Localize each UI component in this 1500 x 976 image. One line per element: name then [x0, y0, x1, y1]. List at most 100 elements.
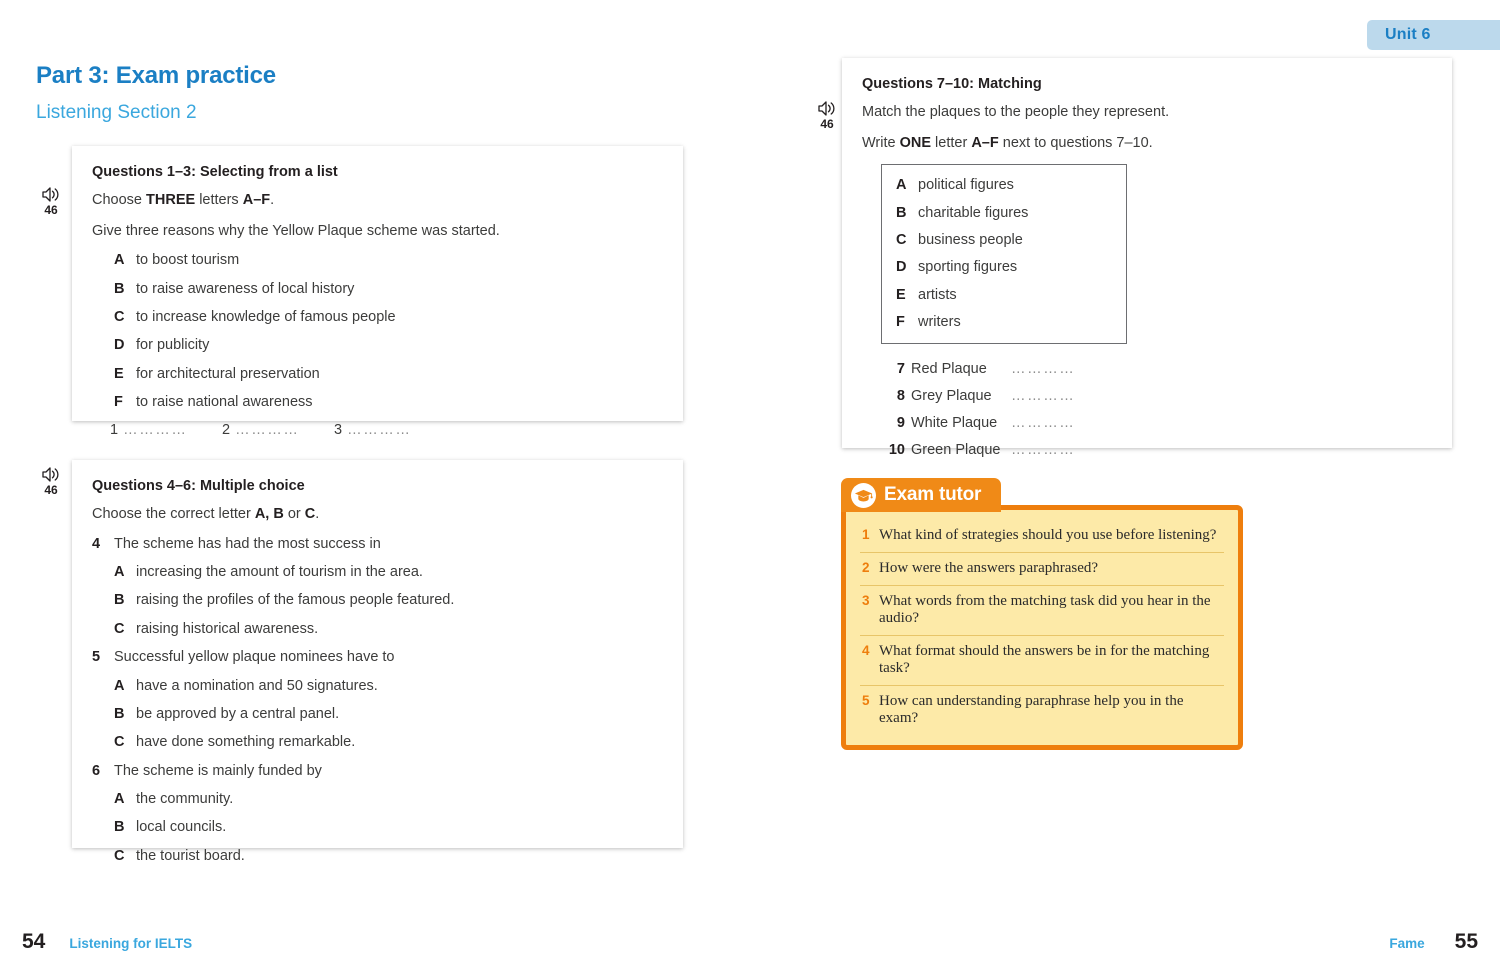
footer-left: 54 Listening for IELTS [22, 930, 192, 954]
answer-blank[interactable]: 2 ………… [222, 422, 334, 438]
answer-blank[interactable]: 1 ………… [110, 422, 222, 438]
exam-tutor-item-number: 4 [862, 643, 870, 658]
option-text: business people [918, 231, 1023, 248]
question-stem-text: The scheme is mainly funded by [114, 762, 322, 779]
audio-track-marker-q710[interactable]: 46 [810, 100, 844, 131]
answer-blank-number: 3 [334, 422, 343, 439]
option-row[interactable]: F to raise national awareness [114, 394, 661, 411]
audio-track-number: 46 [820, 117, 834, 131]
option-text: raising the profiles of the famous peopl… [136, 592, 455, 609]
page-right: 46 Questions 7–10: Matching Match the pl… [750, 0, 1500, 976]
answer-blank-dots: ………… [235, 422, 300, 439]
option-text: to boost tourism [136, 252, 240, 269]
option-row[interactable]: E for architectural preservation [114, 366, 661, 383]
matching-number: 9 [896, 415, 905, 432]
running-head-left: Listening for IELTS [69, 936, 193, 951]
matching-answer-blank[interactable]: ………… [1011, 388, 1075, 404]
audio-track-number: 46 [44, 483, 58, 497]
exam-tutor-item[interactable]: 4 What format should the answers be in f… [860, 636, 1224, 686]
matching-row[interactable]: 9 White Plaque ………… [881, 415, 1430, 431]
graduation-cap-icon [851, 482, 876, 508]
option-list: A the community. B local councils. C the… [114, 791, 661, 865]
matching-number: 7 [896, 361, 905, 378]
question-prompt: Give three reasons why the Yellow Plaque… [92, 222, 500, 239]
answer-blanks-row: 1 ………… 2 ………… 3 ………… [110, 422, 661, 438]
question-stem-text: Successful yellow plaque nominees have t… [114, 649, 395, 666]
matching-answer-blank[interactable]: ………… [1011, 361, 1075, 377]
option-row[interactable]: A have a nomination and 50 signatures. [114, 678, 661, 695]
option-letter: B [114, 592, 125, 609]
option-letter: B [896, 204, 907, 221]
matching-answer-blank[interactable]: ………… [1011, 415, 1075, 431]
option-text: be approved by a central panel. [136, 705, 340, 722]
exam-tutor-item-text: What words from the matching task did yo… [879, 593, 1211, 626]
matching-row[interactable]: 8 Grey Plaque ………… [881, 388, 1430, 404]
matching-label: White Plaque [911, 415, 998, 432]
running-head-right: Fame [1389, 936, 1425, 951]
option-row[interactable]: A to boost tourism [114, 252, 661, 269]
speaker-icon [34, 186, 68, 203]
option-letter: A [114, 563, 125, 580]
exam-tutor-item[interactable]: 1 What kind of strategies should you use… [860, 520, 1224, 553]
question-instruction: Match the plaques to the people they rep… [862, 104, 1170, 120]
matching-row[interactable]: 7 Red Plaque ………… [881, 361, 1430, 377]
option-letter: D [896, 259, 907, 276]
option-text: writers [918, 314, 961, 331]
option-text: charitable figures [918, 204, 1029, 221]
option-letter: B [114, 819, 125, 836]
option-text: the community. [136, 791, 234, 808]
option-row[interactable]: B be approved by a central panel. [114, 706, 661, 723]
option-letter: A [896, 177, 907, 194]
question-card-4-6: Questions 4–6: Multiple choice Choose th… [72, 460, 683, 864]
exam-tutor-item-text: What format should the answers be in for… [879, 643, 1210, 676]
question-stem-text: The scheme has had the most success in [114, 535, 381, 552]
option-letter: B [114, 280, 125, 297]
option-row[interactable]: B raising the profiles of the famous peo… [114, 592, 661, 609]
option-text: the tourist board. [136, 847, 245, 864]
option-row[interactable]: C business people [896, 232, 1112, 249]
option-row[interactable]: B to raise awareness of local history [114, 281, 661, 298]
option-text: local councils. [136, 819, 227, 836]
matching-number: 10 [888, 442, 905, 459]
option-row[interactable]: C the tourist board. [114, 848, 661, 865]
question-card-heading: Questions 1–3: Selecting from a list [92, 164, 338, 180]
option-row[interactable]: C raising historical awareness. [114, 621, 661, 638]
instruction-text-part: Choose the correct letter [92, 506, 255, 522]
answer-blank-number: 1 [110, 422, 119, 439]
option-row[interactable]: A increasing the amount of tourism in th… [114, 564, 661, 581]
exam-tutor-title: Exam tutor [884, 484, 982, 505]
exam-tutor-item[interactable]: 5 How can understanding paraphrase help … [860, 686, 1224, 735]
option-row[interactable]: A political figures [896, 177, 1112, 194]
question-instruction: Choose THREE letters A–F. [92, 191, 661, 211]
answer-blank[interactable]: 3 ………… [334, 422, 446, 438]
option-text: for publicity [136, 337, 210, 354]
instruction-emphasis: C [304, 506, 316, 522]
option-text: to raise national awareness [136, 394, 313, 411]
matching-row[interactable]: 10 Green Plaque ………… [881, 442, 1430, 458]
matching-answer-blank[interactable]: ………… [1011, 442, 1075, 458]
matching-label: Grey Plaque [911, 388, 992, 405]
page-number-left: 54 [22, 930, 46, 953]
footer-right: Fame 55 [1389, 930, 1478, 954]
exam-tutor-tab: Exam tutor [841, 478, 1002, 512]
option-text: increasing the amount of tourism in the … [136, 563, 423, 580]
option-row[interactable]: A the community. [114, 791, 661, 808]
exam-tutor-item[interactable]: 2 How were the answers paraphrased? [860, 553, 1224, 586]
question-card-7-10: Questions 7–10: Matching Match the plaqu… [842, 58, 1452, 458]
option-row[interactable]: D sporting figures [896, 259, 1112, 276]
option-row[interactable]: C to increase knowledge of famous people [114, 309, 661, 326]
option-row[interactable]: F writers [896, 314, 1112, 331]
option-row[interactable]: D for publicity [114, 337, 661, 354]
option-row[interactable]: B local councils. [114, 819, 661, 836]
option-list: A increasing the amount of tourism in th… [114, 564, 661, 638]
option-row[interactable]: B charitable figures [896, 205, 1112, 222]
option-letter: C [114, 734, 125, 751]
audio-track-marker-q46[interactable]: 46 [34, 466, 68, 497]
option-row[interactable]: C have done something remarkable. [114, 734, 661, 751]
option-row[interactable]: E artists [896, 287, 1112, 304]
option-letter: E [114, 365, 124, 382]
option-text: have a nomination and 50 signatures. [136, 677, 378, 694]
exam-tutor-item[interactable]: 3 What words from the matching task did … [860, 586, 1224, 636]
option-letter: E [896, 286, 906, 303]
audio-track-marker-q13[interactable]: 46 [34, 186, 68, 217]
